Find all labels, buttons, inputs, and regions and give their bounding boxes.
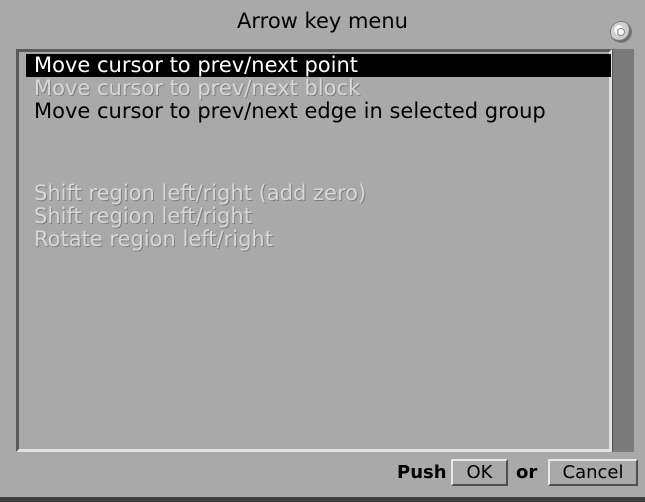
menu-list: Move cursor to prev/next point Move curs…: [26, 54, 611, 251]
push-label: Push: [397, 462, 447, 483]
menu-item-prev-next-point[interactable]: Move cursor to prev/next point: [26, 54, 611, 77]
menu-item-shift-region-add-zero: Shift region left/right (add zero): [34, 181, 367, 205]
or-label: or: [516, 462, 538, 483]
title-bar[interactable]: Arrow key menu: [0, 0, 645, 42]
bottom-border: [0, 497, 645, 502]
arrow-key-menu-window: Arrow key menu Move cursor to prev/next …: [0, 0, 645, 502]
menu-item-prev-next-edge[interactable]: Move cursor to prev/next edge in selecte…: [26, 100, 611, 123]
ok-button[interactable]: OK: [451, 459, 508, 486]
menu-item-shift-region: Shift region left/right: [34, 204, 252, 228]
menu-item-prev-next-block: Move cursor to prev/next block: [34, 76, 361, 100]
menu-item-rotate-region: Rotate region left/right: [34, 227, 273, 251]
close-knob-icon[interactable]: [611, 22, 631, 42]
cancel-button[interactable]: Cancel: [548, 459, 638, 486]
window-title: Arrow key menu: [237, 9, 408, 33]
action-bar: Push OK or Cancel: [0, 455, 645, 502]
menu-separator-space: [26, 123, 611, 182]
scrollbar[interactable]: [612, 49, 634, 452]
